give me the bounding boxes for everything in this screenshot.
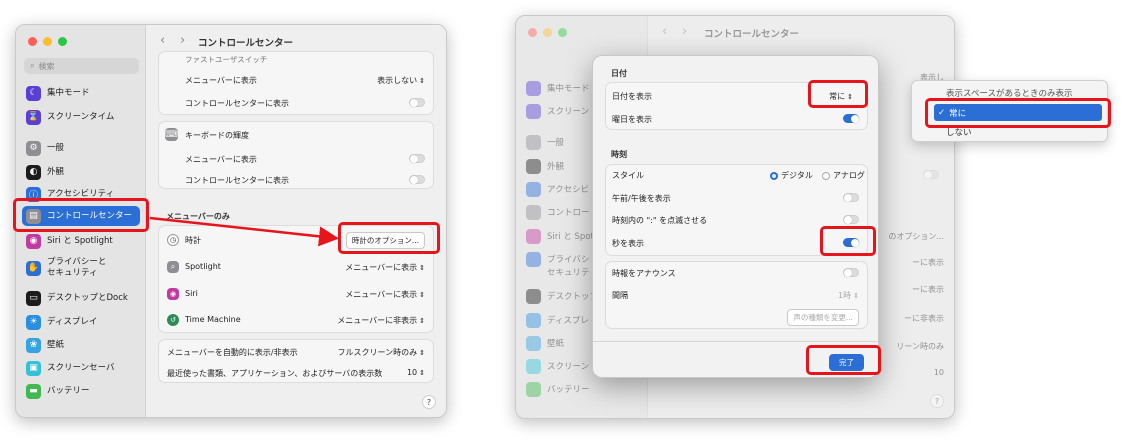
- sidebar-icon: [526, 381, 541, 397]
- sidebar-icon: [526, 103, 541, 119]
- sidebar-item-label: バッテリー: [547, 385, 590, 395]
- dialog-divider: [593, 341, 878, 342]
- sidebar-icon: [526, 312, 541, 328]
- style-digital-radio[interactable]: デジタル: [770, 170, 813, 181]
- bg-value: ーに表示: [912, 258, 944, 267]
- help-button[interactable]: ?: [930, 394, 944, 408]
- sidebar-icon: [526, 80, 541, 96]
- sidebar-item-label: セキュリテ: [547, 268, 590, 278]
- sidebar-item-label: コントロー: [547, 208, 590, 218]
- sidebar-icon: [526, 134, 541, 150]
- interval-select[interactable]: 1時 ⇕: [838, 290, 859, 301]
- close-button[interactable]: [528, 28, 537, 37]
- announce-card: 時報をアナウンス 間隔 1時 ⇕ 声の種類を変更...: [605, 261, 868, 329]
- show-weekday-toggle[interactable]: [843, 114, 859, 123]
- sidebar-icon: [526, 204, 541, 220]
- seconds-label: 秒を表示: [612, 239, 644, 248]
- announce-toggle[interactable]: [843, 268, 859, 277]
- bg-value: ーに表示: [912, 285, 944, 294]
- blink-toggle[interactable]: [843, 215, 859, 224]
- sidebar-item-label: デスクトップ: [547, 292, 599, 302]
- show-date-label: 日付を表示: [612, 92, 652, 101]
- sidebar-item-label: 外観: [547, 162, 565, 172]
- sidebar-icon: [526, 228, 541, 244]
- minimize-button[interactable]: [543, 28, 552, 37]
- style-label: スタイル: [612, 171, 644, 180]
- ampm-label: 午前/午後を表示: [612, 194, 671, 203]
- back-button[interactable]: ‹: [662, 24, 667, 39]
- sidebar-item-label: スクリーン: [547, 107, 590, 117]
- sidebar-icon: [526, 335, 541, 351]
- ampm-toggle[interactable]: [843, 193, 859, 202]
- sidebar-item-label: Siri と Spot: [547, 232, 594, 242]
- announce-label: 時報をアナウンス: [612, 269, 676, 278]
- highlight-show-seconds: [820, 226, 876, 256]
- sidebar-item-label: 一般: [547, 138, 565, 148]
- sidebar-item-label: スクリーン: [547, 362, 590, 372]
- bg-value: のオプション...: [888, 232, 944, 241]
- page-title: コントロールセンター: [704, 29, 800, 40]
- bg-toggle: [923, 170, 939, 179]
- highlight-always-option: [925, 98, 1111, 128]
- radio-selected-icon: [770, 171, 778, 180]
- sidebar-icon: [526, 288, 541, 304]
- arrow-to-clock-options: [149, 216, 339, 247]
- sidebar-icon: [526, 358, 541, 374]
- style-analog-radio[interactable]: アナログ: [822, 170, 865, 181]
- sidebar-item: バッテリー: [522, 381, 640, 397]
- blink-label: 時刻内の ":" を点滅させる: [612, 216, 708, 225]
- interval-label: 間隔: [612, 291, 628, 300]
- zoom-button[interactable]: [558, 28, 567, 37]
- sidebar-icon: [526, 181, 541, 197]
- radio-empty-icon: [822, 171, 830, 180]
- show-weekday-label: 曜日を表示: [612, 115, 652, 124]
- bg-value: ーに非表示: [904, 314, 944, 323]
- window-controls: [528, 28, 567, 37]
- highlight-show-date: [808, 80, 868, 108]
- bg-value: 10: [933, 368, 944, 377]
- sidebar-icon: [526, 158, 541, 174]
- highlight-done: [806, 345, 881, 375]
- time-header: 時刻: [611, 150, 627, 159]
- date-header: 日付: [611, 69, 627, 78]
- sidebar-item-label: アクセシビ: [547, 185, 590, 195]
- bg-value: リーン時のみ: [896, 342, 944, 351]
- sidebar-item-label: ディスプレ: [547, 316, 589, 326]
- change-voice-button[interactable]: 声の種類を変更...: [787, 309, 859, 326]
- forward-button[interactable]: ›: [682, 24, 687, 39]
- sidebar-item-label: 壁紙: [547, 339, 565, 349]
- sidebar-item-label: 集中モード: [547, 84, 590, 94]
